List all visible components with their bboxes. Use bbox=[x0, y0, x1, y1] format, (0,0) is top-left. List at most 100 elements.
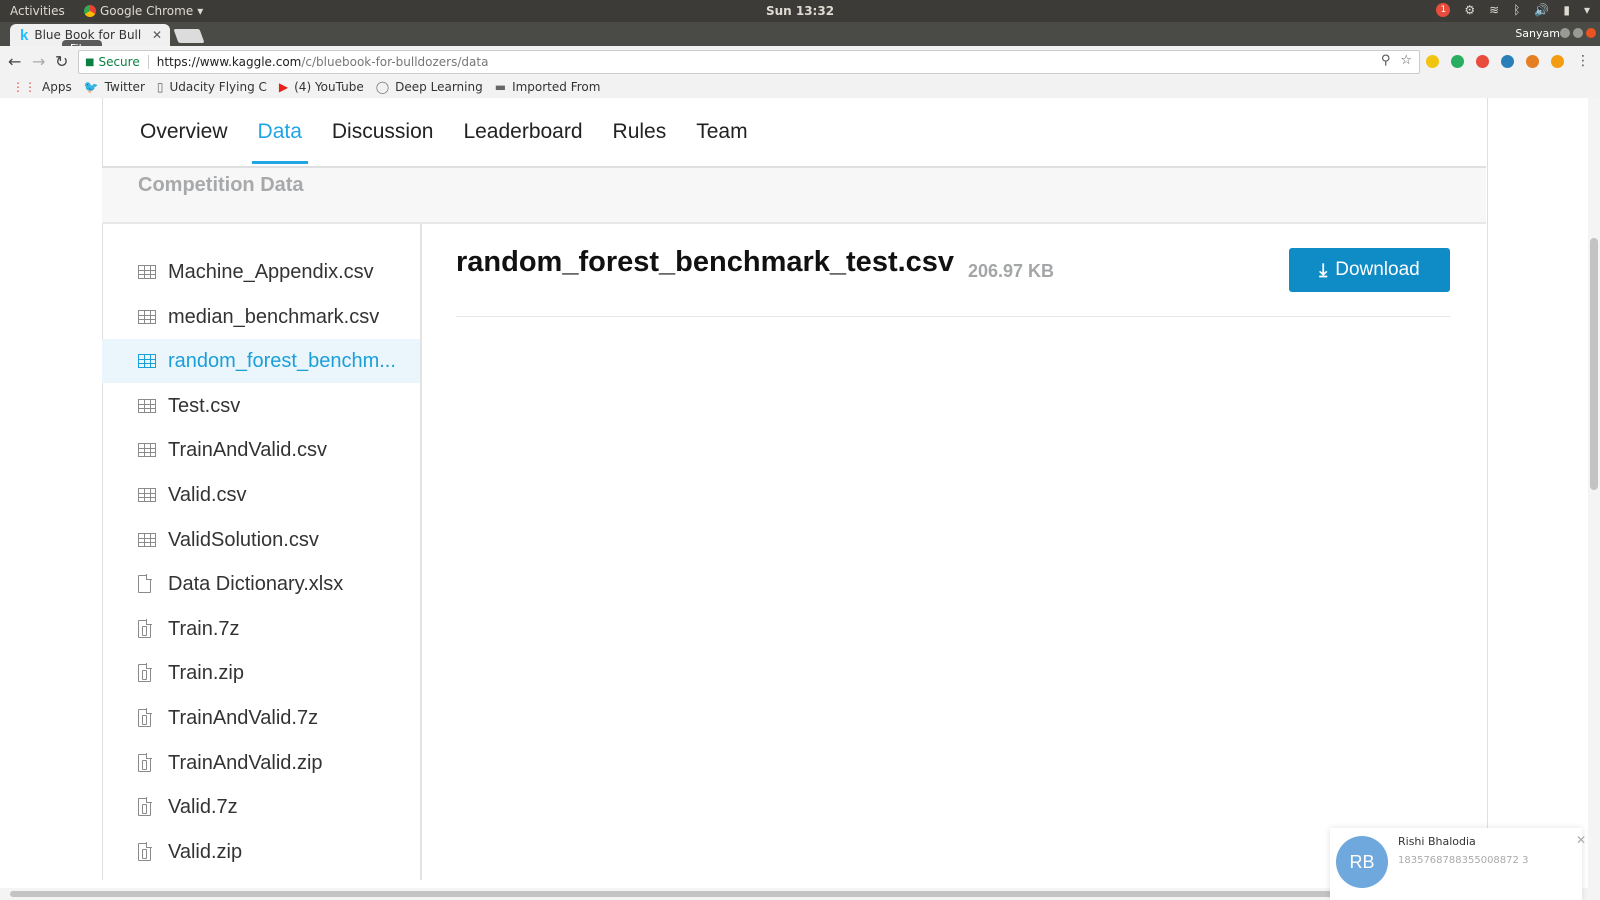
download-button[interactable]: ⤓ Download bbox=[1289, 248, 1450, 292]
tab-rules[interactable]: Rules bbox=[613, 118, 667, 164]
secure-label: Secure bbox=[98, 55, 140, 69]
file-list-item[interactable]: Valid.zip bbox=[102, 830, 420, 874]
file-list-item[interactable]: Machine_Appendix.csv bbox=[102, 250, 420, 294]
window-controls bbox=[1560, 28, 1596, 38]
volume-icon[interactable]: 🔊 bbox=[1534, 3, 1549, 17]
archive-file-icon bbox=[138, 753, 158, 772]
page-icon: ▯ bbox=[156, 80, 164, 94]
maximize-button[interactable] bbox=[1573, 28, 1583, 38]
address-bar[interactable]: ■ Secure https://www.kaggle.com/c/bluebo… bbox=[78, 50, 1420, 74]
bookmark-label: Udacity Flying C bbox=[169, 80, 267, 94]
extension-yellow-icon[interactable] bbox=[1426, 54, 1439, 68]
wifi-icon[interactable]: ≋ bbox=[1489, 3, 1499, 17]
bookmark-apps[interactable]: ⋮⋮ Apps bbox=[12, 80, 72, 94]
lock-icon: ■ bbox=[85, 56, 95, 68]
bluetooth-icon[interactable]: ᛒ bbox=[1513, 3, 1520, 17]
profile-button[interactable]: Sanyam bbox=[1515, 27, 1560, 40]
file-name: TrainAndValid.7z bbox=[168, 706, 319, 729]
url-host: https://www.kaggle.com bbox=[156, 55, 302, 69]
back-arrow-icon[interactable]: ← bbox=[8, 52, 21, 71]
file-list-item[interactable]: TrainAndValid.zip bbox=[102, 741, 420, 785]
clock[interactable]: Sun 13:32 bbox=[0, 4, 1600, 18]
file-name: TrainAndValid.csv bbox=[168, 438, 327, 461]
apps-grid-icon: ⋮⋮ bbox=[12, 80, 36, 94]
chat-icon: ◯ bbox=[375, 80, 390, 94]
notification-icon[interactable]: 1 bbox=[1436, 3, 1451, 17]
bookmark-star-icon[interactable]: ☆ bbox=[1400, 53, 1412, 68]
bookmark-imported[interactable]: ▬ Imported From bbox=[495, 80, 601, 94]
folder-icon: ▬ bbox=[494, 80, 507, 94]
table-icon bbox=[138, 352, 158, 370]
table-icon bbox=[138, 531, 158, 549]
avatar[interactable]: RB bbox=[1336, 836, 1388, 888]
download-icon: ⤓ bbox=[1319, 259, 1328, 280]
file-list-item[interactable]: Train.7z bbox=[102, 607, 420, 651]
close-icon[interactable]: ✕ bbox=[1576, 833, 1586, 847]
file-name: random_forest_benchm... bbox=[168, 349, 396, 372]
horizontal-scroll-thumb[interactable] bbox=[10, 891, 1360, 897]
file-list-item[interactable]: Data Dictionary.xlsx bbox=[102, 562, 420, 606]
address-separator bbox=[147, 55, 149, 69]
tab-discussion[interactable]: Discussion bbox=[332, 118, 434, 164]
forward-arrow-icon[interactable]: → bbox=[32, 52, 45, 71]
bookmark-twitter[interactable]: 🐦 Twitter bbox=[84, 80, 145, 94]
reload-icon[interactable]: ↻ bbox=[55, 52, 68, 71]
tab-overview[interactable]: Overview bbox=[140, 118, 228, 164]
file-name: TrainAndValid.zip bbox=[168, 751, 323, 774]
tab-data[interactable]: Data bbox=[251, 118, 309, 164]
extension-star-icon[interactable] bbox=[1526, 54, 1539, 68]
file-list-item[interactable]: Test.csv bbox=[102, 384, 420, 428]
bookmark-udacity[interactable]: ▯ Udacity Flying C bbox=[157, 80, 267, 94]
grammarly-icon[interactable] bbox=[1451, 54, 1464, 68]
zoom-icon[interactable]: ⚲ bbox=[1381, 53, 1391, 68]
bookmarks-bar: ⋮⋮ Apps 🐦 Twitter ▯ Udacity Flying C ▶ (… bbox=[0, 76, 1600, 99]
file-name: Valid.csv bbox=[168, 483, 247, 506]
vertical-scroll-thumb[interactable] bbox=[1590, 238, 1598, 490]
extension-blue-icon[interactable] bbox=[1501, 54, 1514, 68]
bookmark-deep-learning[interactable]: ◯ Deep Learning bbox=[376, 80, 483, 94]
kaggle-favicon-icon: k bbox=[20, 26, 29, 44]
file-list-item[interactable]: Train.zip bbox=[102, 651, 420, 695]
file-list-item[interactable]: Valid.csv bbox=[102, 473, 420, 517]
vertical-scrollbar[interactable] bbox=[1588, 98, 1600, 900]
file-name: Valid.7z bbox=[168, 795, 238, 818]
download-label: Download bbox=[1335, 259, 1420, 280]
minimize-button[interactable] bbox=[1560, 28, 1570, 38]
bookmark-label: (4) YouTube bbox=[294, 80, 364, 94]
file-list-item[interactable]: random_forest_benchm... bbox=[102, 339, 420, 383]
table-icon bbox=[138, 441, 158, 459]
bookmark-label: Twitter bbox=[104, 80, 145, 94]
close-window-button[interactable] bbox=[1586, 28, 1596, 38]
bookmark-youtube[interactable]: ▶ (4) YouTube bbox=[279, 80, 364, 94]
new-tab-button[interactable] bbox=[173, 29, 205, 43]
archive-file-icon bbox=[138, 797, 158, 816]
file-name: Machine_Appendix.csv bbox=[168, 260, 374, 283]
tab-team[interactable]: Team bbox=[696, 118, 747, 164]
battery-icon[interactable]: ▮ bbox=[1563, 3, 1570, 17]
os-top-bar: Activities Google Chrome ▾ Sun 13:32 1 ⚙… bbox=[0, 0, 1600, 22]
file-name: ValidSolution.csv bbox=[168, 528, 319, 551]
file-list-item[interactable]: Valid.7z bbox=[102, 785, 420, 829]
file-list-item[interactable]: ValidSolution.csv bbox=[102, 518, 420, 562]
table-icon bbox=[138, 263, 158, 281]
chat-sender-name: Rishi Bhalodia bbox=[1398, 835, 1476, 848]
file-size: 206.97 KB bbox=[968, 261, 1055, 281]
extension-red-icon[interactable] bbox=[1476, 54, 1489, 68]
settings-icon[interactable]: ⚙ bbox=[1464, 3, 1475, 17]
file-list-item[interactable]: TrainAndValid.csv bbox=[102, 428, 420, 472]
file-name: Train.zip bbox=[168, 661, 244, 684]
system-tray[interactable]: 1 ⚙ ≋ ᛒ 🔊 ▮ ▾ bbox=[1436, 3, 1590, 17]
tab-leaderboard[interactable]: Leaderboard bbox=[463, 118, 582, 164]
bookmark-label: Deep Learning bbox=[395, 80, 483, 94]
file-name: Valid.zip bbox=[168, 840, 243, 863]
file-list-item[interactable]: TrainAndValid.7z bbox=[102, 696, 420, 740]
document-icon bbox=[138, 574, 158, 593]
file-list-item[interactable]: median_benchmark.csv bbox=[102, 295, 420, 339]
close-tab-icon[interactable]: ✕ bbox=[152, 28, 162, 42]
chrome-menu-icon[interactable]: ⋮ bbox=[1576, 53, 1590, 69]
power-menu-icon[interactable]: ▾ bbox=[1584, 3, 1590, 17]
alert-icon[interactable] bbox=[1551, 54, 1564, 68]
bookmark-label: Imported From bbox=[512, 80, 601, 94]
tab-strip bbox=[0, 22, 1600, 46]
table-icon bbox=[138, 486, 158, 504]
